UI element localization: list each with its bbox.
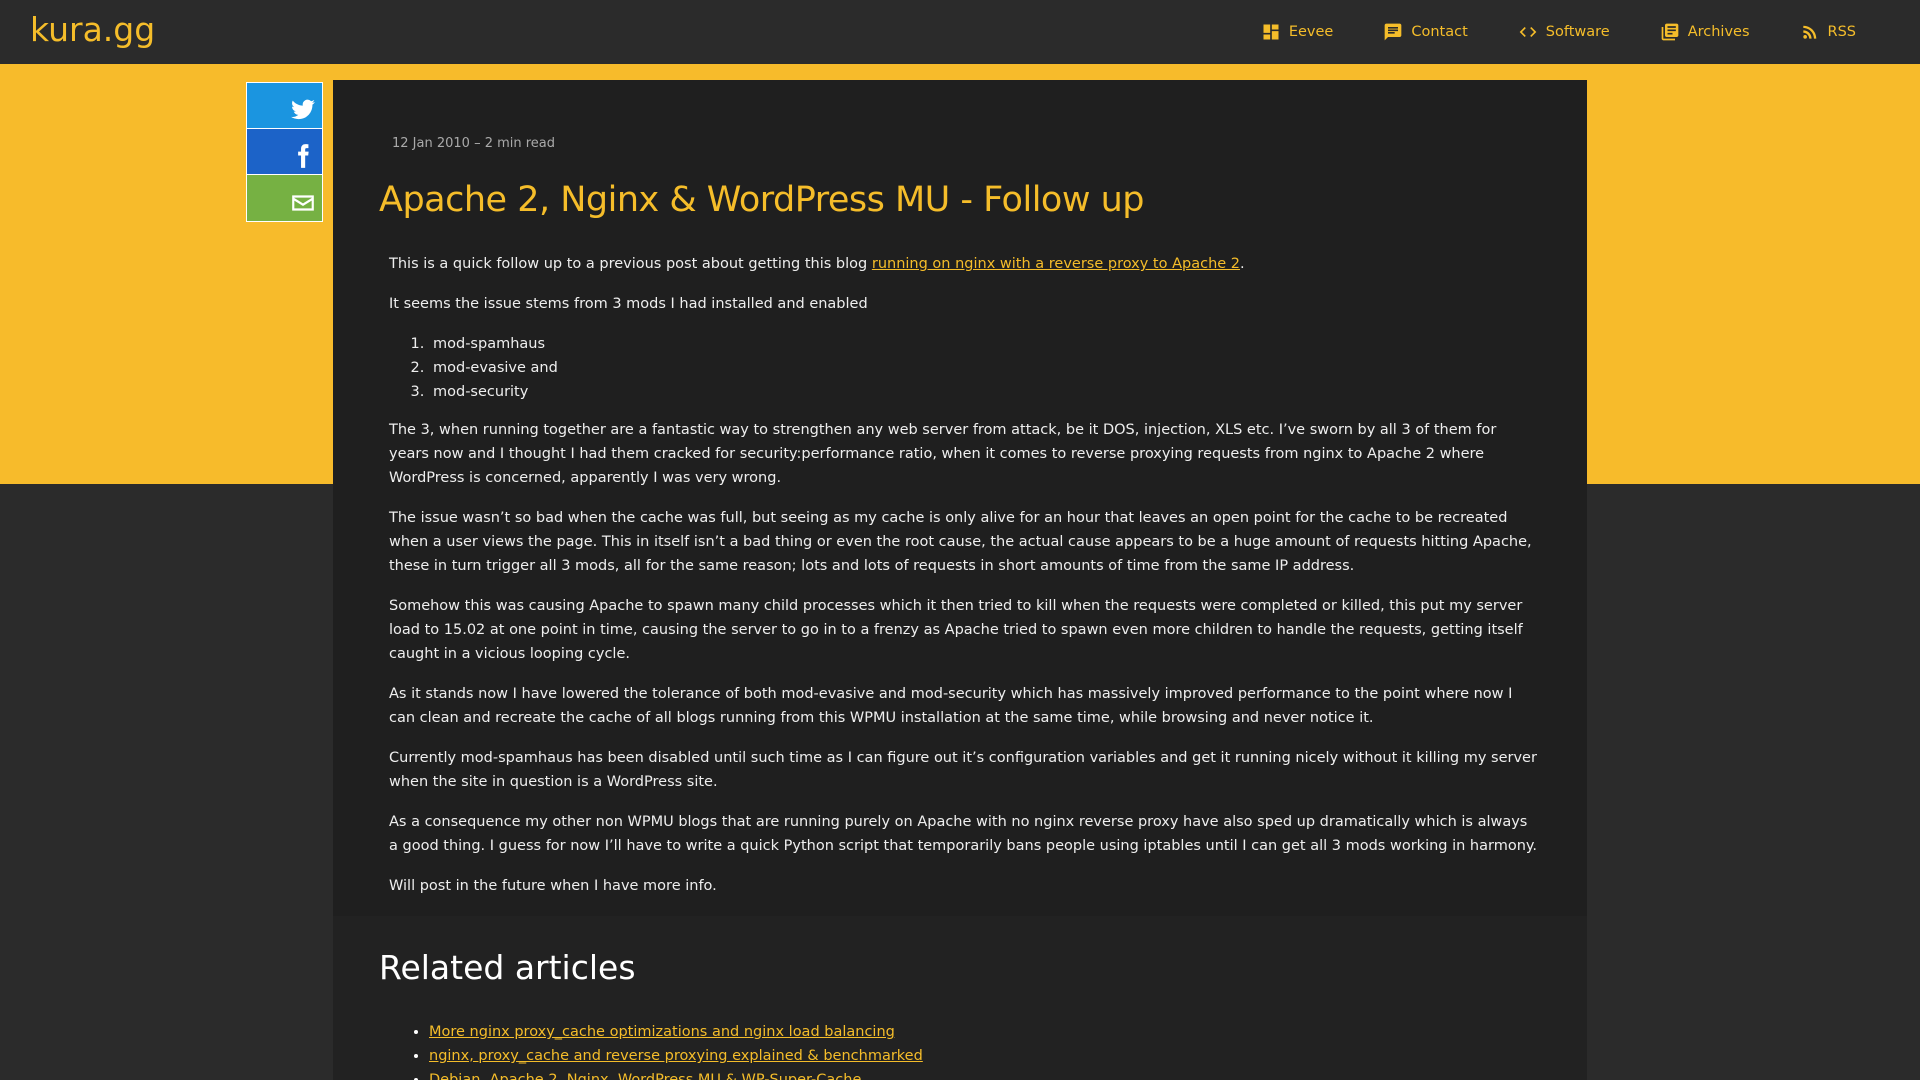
nav-item-contact[interactable]: Contact bbox=[1383, 22, 1468, 42]
nav-item-eevee[interactable]: Eevee bbox=[1261, 22, 1334, 42]
mail-icon bbox=[292, 195, 314, 211]
article-title: Apache 2, Nginx & WordPress MU - Follow … bbox=[379, 180, 1144, 220]
list-item: mod-security bbox=[429, 380, 1539, 404]
related-articles-heading: Related articles bbox=[379, 948, 636, 987]
paragraph: It seems the issue stems from 3 mods I h… bbox=[389, 296, 868, 312]
related-articles-list: More nginx proxy_cache optimizations and… bbox=[429, 1020, 923, 1080]
article-body: 12 Jan 2010 – 2 min read Apache 2, Nginx… bbox=[333, 80, 1587, 916]
site-brand-link[interactable]: kura.gg bbox=[30, 10, 155, 49]
facebook-icon bbox=[298, 144, 309, 168]
paragraph: The 3, when running together are a fanta… bbox=[389, 422, 1497, 486]
nav-item-archives[interactable]: Archives bbox=[1660, 22, 1750, 42]
nav-item-label: Archives bbox=[1687, 24, 1750, 40]
nav-item-label: Eevee bbox=[1288, 24, 1334, 40]
list-item: mod-evasive and bbox=[429, 356, 1539, 380]
nav-item-software[interactable]: Software bbox=[1518, 22, 1610, 42]
list-item: nginx, proxy_cache and reverse proxying … bbox=[429, 1044, 923, 1068]
nav-item-label: Software bbox=[1545, 24, 1610, 40]
paragraph: Somehow this was causing Apache to spawn… bbox=[389, 598, 1523, 662]
paragraph: Currently mod-spamhaus has been disabled… bbox=[389, 750, 1537, 790]
paragraph: Will post in the future when I have more… bbox=[389, 878, 717, 894]
library-icon bbox=[1661, 23, 1679, 41]
site-header: kura.gg Eevee Contact Software Archives … bbox=[0, 0, 1920, 64]
share-twitter-button[interactable] bbox=[247, 83, 322, 129]
intro-paragraph: This is a quick follow up to a previous … bbox=[389, 256, 1245, 272]
article-meta: 12 Jan 2010 – 2 min read bbox=[392, 136, 556, 151]
chat-icon bbox=[1385, 23, 1402, 41]
related-article-link[interactable]: Debian, Apache 2, Nginx, WordPress MU & … bbox=[429, 1072, 861, 1080]
share-email-button[interactable] bbox=[247, 175, 322, 221]
related-article-link[interactable]: More nginx proxy_cache optimizations and… bbox=[429, 1024, 895, 1040]
related-article-link[interactable]: nginx, proxy_cache and reverse proxying … bbox=[429, 1048, 923, 1064]
list-item: mod-spamhaus bbox=[429, 332, 1539, 356]
paragraph: As a consequence my other non WPMU blogs… bbox=[389, 814, 1538, 854]
list-item: More nginx proxy_cache optimizations and… bbox=[429, 1020, 923, 1044]
mods-list: mod-spamhaus mod-evasive and mod-securit… bbox=[429, 332, 1539, 404]
article-card: 12 Jan 2010 – 2 min read Apache 2, Nginx… bbox=[333, 80, 1587, 1080]
share-bar bbox=[246, 82, 323, 222]
twitter-icon bbox=[291, 99, 315, 120]
share-facebook-button[interactable] bbox=[247, 129, 322, 175]
nav-item-label: Contact bbox=[1411, 24, 1468, 40]
dashboard-icon bbox=[1263, 24, 1279, 40]
nav-item-label: RSS bbox=[1827, 24, 1856, 40]
previous-post-link[interactable]: running on nginx with a reverse proxy to… bbox=[872, 256, 1240, 272]
paragraph: As it stands now I have lowered the tole… bbox=[389, 686, 1513, 726]
list-item: Debian, Apache 2, Nginx, WordPress MU & … bbox=[429, 1068, 923, 1080]
nav-item-rss[interactable]: RSS bbox=[1800, 22, 1856, 42]
rss-icon bbox=[1802, 25, 1816, 39]
article-content: This is a quick follow up to a previous … bbox=[389, 252, 1539, 914]
code-icon bbox=[1519, 27, 1537, 37]
paragraph: The issue wasn’t so bad when the cache w… bbox=[389, 510, 1532, 574]
main-nav: Eevee Contact Software Archives RSS bbox=[1261, 0, 1920, 64]
